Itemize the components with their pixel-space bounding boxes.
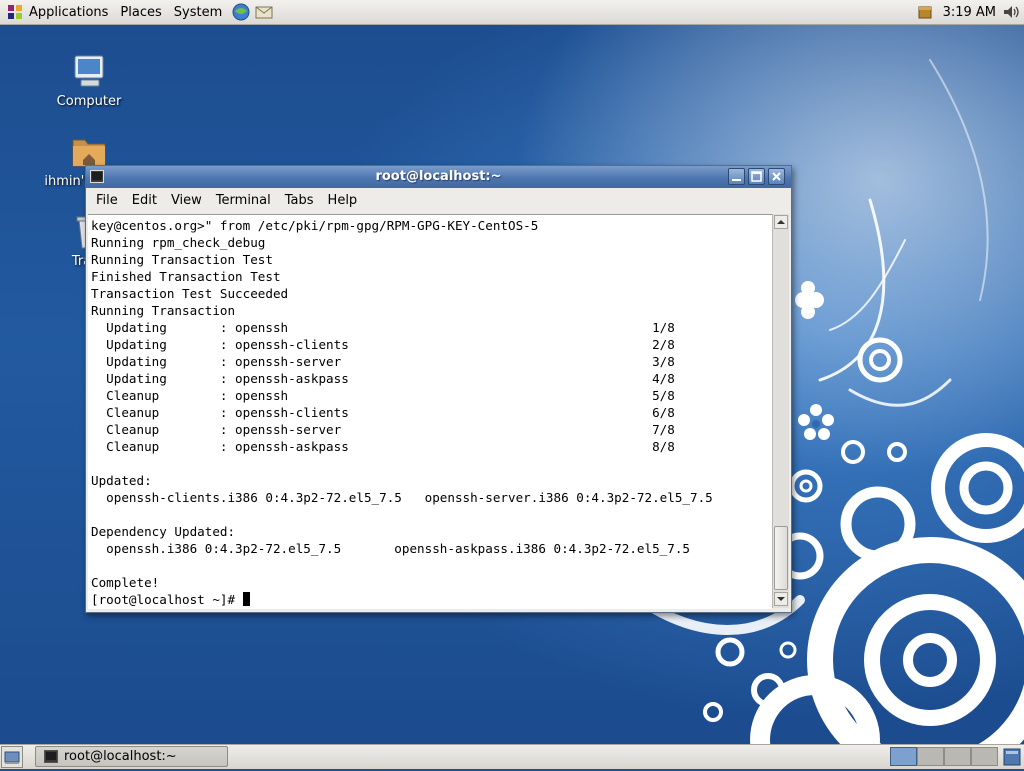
workspace-4[interactable] (971, 747, 998, 766)
arrow-down-icon (777, 597, 785, 601)
scroll-thumb[interactable] (774, 526, 788, 590)
update-notifier-icon[interactable] (917, 4, 933, 20)
maximize-icon (751, 171, 762, 182)
terminal-line: Complete! (91, 575, 160, 590)
terminal-task-icon (44, 750, 58, 763)
scroll-up-button[interactable] (774, 215, 788, 229)
terminal-menubar: File Edit View Terminal Tabs Help (86, 189, 791, 212)
menu-view[interactable]: View (165, 193, 208, 208)
menu-terminal[interactable]: Terminal (210, 193, 277, 208)
terminal-line: Running Transaction Test (91, 252, 273, 267)
close-icon (772, 172, 781, 181)
terminal-line: Cleanup : openssh 5/8 (106, 388, 675, 403)
terminal-line: Finished Transaction Test (91, 269, 281, 284)
terminal-line: Updating : openssh-clients 2/8 (106, 337, 675, 352)
terminal-line: Cleanup : openssh-askpass 8/8 (106, 439, 675, 454)
taskbar-button-label: root@localhost:~ (64, 749, 177, 764)
places-label: Places (120, 4, 162, 20)
web-browser-launcher-icon[interactable] (231, 2, 251, 22)
menu-edit[interactable]: Edit (126, 193, 163, 208)
workspace-2[interactable] (917, 747, 944, 766)
desktop-icon-computer[interactable]: Computer (44, 52, 134, 109)
terminal-line: Updating : openssh-server 3/8 (106, 354, 675, 369)
terminal-line: [root@localhost ~]# (91, 592, 243, 607)
arrow-up-icon (777, 220, 785, 224)
workspace-switcher[interactable] (890, 747, 998, 766)
terminal-line: openssh-clients.i386 0:4.3p2-72.el5_7.5 … (106, 490, 713, 505)
terminal-line: Updated: (91, 473, 152, 488)
show-desktop-button[interactable] (1, 746, 23, 768)
terminal-line: Cleanup : openssh-clients 6/8 (106, 405, 675, 420)
applications-menu[interactable]: Applications (0, 0, 114, 24)
taskbar-button-terminal[interactable]: root@localhost:~ (35, 746, 228, 767)
scroll-down-button[interactable] (774, 592, 788, 606)
computer-icon (74, 55, 104, 87)
terminal-scrollbar[interactable] (772, 214, 789, 608)
workspace-3[interactable] (944, 747, 971, 766)
terminal-line: openssh.i386 0:4.3p2-72.el5_7.5 openssh-… (106, 541, 690, 556)
maximize-button[interactable] (748, 168, 765, 185)
terminal-window[interactable]: root@localhost:~ File Edit View Terminal… (85, 165, 792, 613)
show-desktop-icon (4, 751, 20, 764)
trash-applet-icon[interactable] (1002, 746, 1022, 767)
terminal-line: Updating : openssh-askpass 4/8 (106, 371, 675, 386)
minimize-button[interactable] (728, 168, 745, 185)
terminal-line: Running Transaction (91, 303, 236, 318)
terminal-line: Cleanup : openssh-server 7/8 (106, 422, 675, 437)
terminal-line: Transaction Test Succeeded (91, 286, 289, 301)
bottom-panel: root@localhost:~ (0, 744, 1024, 769)
places-menu[interactable]: Places (114, 0, 167, 24)
email-launcher-icon[interactable] (254, 2, 274, 22)
terminal-line: key@centos.org>" from /etc/pki/rpm-gpg/R… (91, 218, 539, 233)
terminal-line: Running rpm_check_debug (91, 235, 266, 250)
close-button[interactable] (768, 168, 785, 185)
system-label: System (173, 4, 223, 20)
menu-file[interactable]: File (90, 193, 124, 208)
workspace-1[interactable] (890, 747, 917, 766)
top-panel: Applications Places System 3:19 AM (0, 0, 1024, 25)
volume-icon[interactable] (1002, 3, 1020, 21)
terminal-line: Updating : openssh 1/8 (106, 320, 675, 335)
system-menu[interactable]: System (168, 0, 228, 24)
window-title: root@localhost:~ (375, 169, 502, 184)
menu-tabs[interactable]: Tabs (279, 193, 320, 208)
centos-logo-icon (8, 5, 22, 19)
applications-label: Applications (29, 4, 109, 20)
window-titlebar[interactable]: root@localhost:~ (86, 166, 791, 188)
terminal-line: Dependency Updated: (91, 524, 236, 539)
clock[interactable]: 3:19 AM (943, 5, 996, 20)
desktop-icon-label: Computer (56, 94, 122, 109)
minimize-icon (732, 179, 741, 181)
system-tray: 3:19 AM (917, 0, 1024, 24)
menu-help[interactable]: Help (322, 193, 364, 208)
terminal-output-area[interactable]: key@centos.org>" from /etc/pki/rpm-gpg/R… (88, 214, 772, 609)
text-cursor (242, 592, 250, 606)
terminal-output-text: key@centos.org>" from /etc/pki/rpm-gpg/R… (88, 215, 772, 609)
